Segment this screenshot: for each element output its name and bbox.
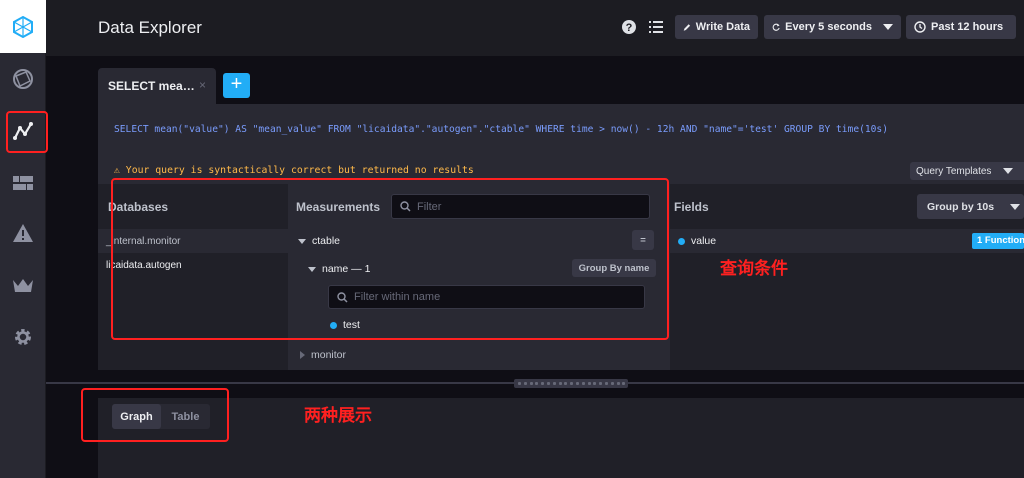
group-by-time-dropdown[interactable]: Group by 10s xyxy=(917,194,1024,219)
grip-dot xyxy=(587,382,591,385)
grip-dot xyxy=(558,382,562,385)
refresh-icon xyxy=(772,23,780,31)
grip-dot xyxy=(523,382,527,385)
dashboards-nav-icon[interactable] xyxy=(0,162,46,204)
admin-crown-nav-icon[interactable] xyxy=(0,264,46,306)
function-button[interactable]: 1 Function xyxy=(972,233,1024,249)
page-title: Data Explorer xyxy=(98,18,202,37)
query-tab-label: SELECT mea… xyxy=(108,79,195,93)
annotation-box-visualization xyxy=(81,388,229,442)
annotation-label-query-conditions: 查询条件 xyxy=(720,259,788,278)
grip-dot xyxy=(529,382,533,385)
svg-text:?: ? xyxy=(626,22,633,34)
grip-dot xyxy=(552,382,556,385)
grip-dot xyxy=(616,382,620,385)
grip-dot xyxy=(622,382,626,385)
grip-dot xyxy=(581,382,585,385)
add-query-button[interactable]: + xyxy=(223,73,250,98)
annotation-box-query-conditions xyxy=(111,178,669,340)
clock-icon xyxy=(914,21,926,33)
field-row[interactable]: value 1 Function xyxy=(670,229,1024,253)
grip-dot xyxy=(564,382,568,385)
fields-heading: Fields xyxy=(674,200,709,214)
settings-gear-icon[interactable] xyxy=(0,316,46,358)
query-tab[interactable]: SELECT mea… × xyxy=(98,68,216,104)
status-nav-icon[interactable] xyxy=(0,58,46,100)
grip-dot xyxy=(518,382,521,385)
alerting-nav-icon[interactable] xyxy=(0,212,46,254)
grip-dot xyxy=(570,382,574,385)
app-logo-icon[interactable] xyxy=(0,0,46,53)
time-range-dropdown[interactable]: Past 12 hours xyxy=(906,15,1016,39)
query-templates-dropdown[interactable]: Query Templates xyxy=(910,162,1024,180)
close-tab-icon[interactable]: × xyxy=(199,78,206,92)
field-item[interactable]: value xyxy=(678,235,716,247)
list-icon[interactable] xyxy=(649,20,663,39)
grip-dot xyxy=(593,382,597,385)
resize-handle[interactable] xyxy=(514,379,628,388)
grip-dot xyxy=(576,382,579,385)
page-header: Data Explorer ? Write Data Every 5 secon… xyxy=(46,0,1024,56)
annotation-box-nav xyxy=(6,111,48,153)
grip-dot xyxy=(599,382,603,385)
chevron-down-icon xyxy=(1003,168,1014,174)
query-editor[interactable]: SELECT mean("value") AS "mean_value" FRO… xyxy=(98,104,1024,184)
write-data-button[interactable]: Write Data xyxy=(675,15,758,39)
chevron-down-icon xyxy=(1010,203,1021,210)
pencil-icon xyxy=(683,23,691,31)
auto-refresh-dropdown[interactable]: Every 5 seconds xyxy=(764,15,901,39)
caret-right-icon xyxy=(300,351,305,359)
grip-dot xyxy=(535,382,539,385)
grip-dot xyxy=(605,382,608,385)
grip-dot xyxy=(547,382,550,385)
grip-dot xyxy=(541,382,545,385)
help-icon[interactable]: ? xyxy=(621,19,637,40)
query-warning: ⚠ Your query is syntactically correct bu… xyxy=(114,165,474,176)
grip-dot xyxy=(610,382,614,385)
sidebar xyxy=(0,0,46,478)
query-text[interactable]: SELECT mean("value") AS "mean_value" FRO… xyxy=(114,124,888,135)
measurement-item-monitor[interactable]: monitor xyxy=(300,349,346,361)
chevron-down-icon xyxy=(883,24,893,30)
visualization-panel xyxy=(98,398,1024,478)
annotation-label-two-displays: 两种展示 xyxy=(304,406,372,425)
selected-dot-icon xyxy=(678,237,685,245)
